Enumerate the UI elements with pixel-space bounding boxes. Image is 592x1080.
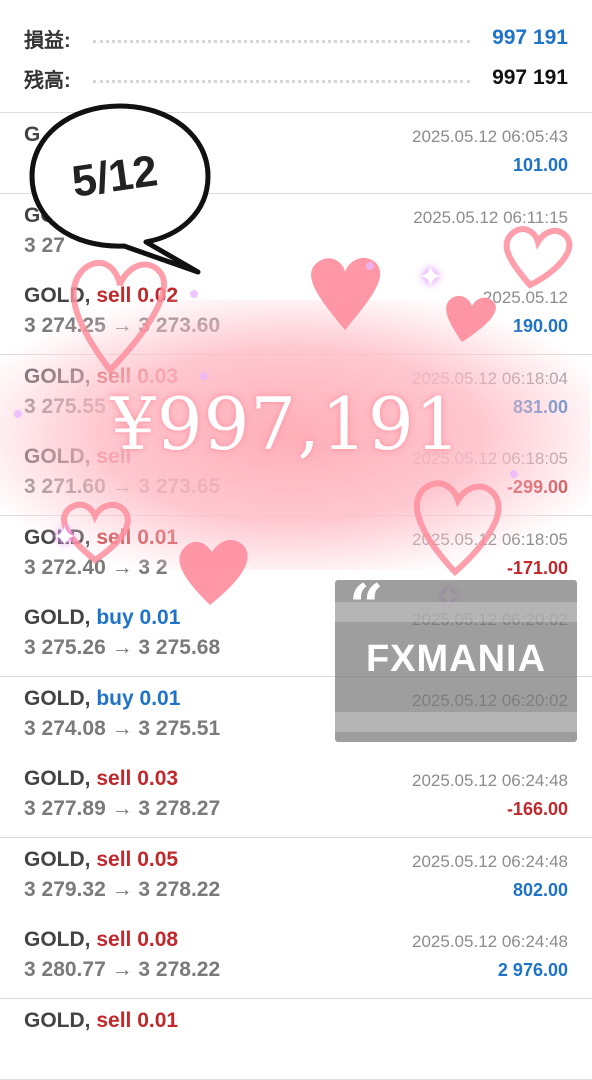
deal-direction: sell [96,526,132,549]
deal-prices: 3 272.40 → 3 2 [24,556,168,579]
deal-row[interactable]: GOLD, sell 0.03 3 277.89 → 3 278.27 2025.0… [0,757,592,838]
account-summary: 損益: 997 191 残高: 997 191 [0,0,592,112]
deal-symbol: GOLD, [24,445,91,468]
deal-prices: 3 280.77 → 3 278.22 [24,958,221,981]
deal-prices: 3 275.26 → 3 275.68 [24,636,221,659]
deal-profit: 101.00 [512,155,568,175]
deal-volume: 0.01 [139,687,181,710]
profit-label: 損益: [24,29,71,52]
profit-value: 997 191 [492,26,568,49]
dotted-leader [92,39,471,43]
deal-title: GOLD, sell 0.01 [24,1009,178,1033]
deal-time: 2025.05.12 [482,288,568,307]
deal-symbol: GOLD, [24,365,91,388]
deal-row[interactable]: GOLD, sell 0.02 3 274.25 → 3 273.60 2025.0… [0,274,592,355]
deal-direction: sell [96,445,132,468]
deal-profit: 831.00 [512,397,568,417]
deal-title: GOLD, sell [24,445,131,469]
deal-row[interactable]: GOLD, sell 0.05 3 279.32 → 3 278.22 2025.0… [0,838,592,919]
deal-title: GOLD, sell 0.08 [24,928,178,952]
deal-time: 2025.05.12 06:18:05 [412,530,568,549]
deal-symbol: GOLD, [24,606,91,629]
deal-volume: 0.01 [137,526,179,549]
deal-direction: buy [96,606,134,629]
deal-prices: 3 271.60 → 3 273.65 [24,475,221,498]
deal-symbol: GOLD, [24,526,91,549]
deal-symbol: GOLD [24,204,85,227]
deal-direction: sell [96,767,132,790]
deal-volume: 0.01 [137,1009,179,1032]
deal-prices: 3 27 [24,234,65,257]
deal-row[interactable]: GOLD, buy 0.01 3 275.26 → 3 275.68 2025.05… [0,596,592,677]
deal-title: GOLD, buy 0.01 [24,687,180,711]
deal-direction: sell [96,928,132,951]
deal-row[interactable]: GOLD, buy 0.01 3 274.08 → 3 275.51 2025.05… [0,677,592,758]
deal-row[interactable]: GOLD, sell 0.03 3 275.55 2025.05.12 06:18:… [0,355,592,436]
deal-direction: sell [96,1009,132,1032]
dotted-leader [92,79,471,83]
deal-volume: 0.03 [137,767,179,790]
deal-profit: 2 976.00 [497,960,568,980]
deal-profit: 190.00 [512,316,568,336]
deal-symbol: G [24,123,41,146]
deal-time: 2025.05.12 06:05:43 [412,127,568,146]
deal-title: GOLD [24,204,85,228]
deal-symbol: GOLD, [24,284,91,307]
deal-row[interactable]: GOLD, sell 3 271.60 → 3 273.65 2025.05.12 … [0,435,592,516]
deal-profit: -299.00 [506,477,568,497]
deal-prices: 3 275.55 [24,395,106,418]
deal-row[interactable]: G 2025.05.12 06:05:43 101.00 [0,113,592,194]
deal-volume: 0.02 [137,284,179,307]
deal-time: 2025.05.12 06:24:48 [412,852,568,871]
deal-prices: 3 274.25 → 3 273.60 [24,314,221,337]
deal-time: 2025.05.12 06:20:02 [412,691,568,710]
deal-volume: 0.05 [137,848,179,871]
deal-title: G [24,123,40,147]
deal-title: GOLD, sell 0.01 [24,526,178,550]
deal-time: 2025.05.12 06:11:15 [413,208,568,227]
deal-volume: 0.01 [139,606,181,629]
deal-time: 2025.05.12 06:18:04 [412,369,568,388]
deal-direction: sell [96,848,132,871]
deal-profit: -171.00 [506,558,568,578]
deal-time: 2025.05.12 06:24:48 [412,932,568,951]
deal-direction: buy [96,687,134,710]
deal-prices: 3 277.89 → 3 278.27 [24,797,221,820]
deal-row[interactable]: GOLD, sell 0.08 3 280.77 → 3 278.22 2025.0… [0,918,592,999]
deal-direction: sell [96,284,132,307]
deal-row[interactable]: GOLD, sell 0.01 3 272.40 → 3 2 2025.05.12 … [0,516,592,597]
deal-prices: 3 279.32 → 3 278.22 [24,878,221,901]
deal-title: GOLD, sell 0.03 [24,365,178,389]
deal-symbol: GOLD, [24,928,91,951]
deal-title: GOLD, sell 0.03 [24,767,178,791]
deal-time: 2025.05.12 06:18:05 [412,449,568,468]
deal-title: GOLD, sell 0.05 [24,848,178,872]
deal-symbol: GOLD, [24,848,91,871]
deal-symbol: GOLD, [24,1009,91,1032]
profit-row: 損益: 997 191 [24,20,568,56]
balance-label: 残高: [24,69,71,92]
balance-row: 残高: 997 191 [24,60,568,96]
deal-time: 2025.05.12 06:20:02 [412,610,568,629]
deal-direction: sell [96,365,132,388]
deal-row[interactable]: GOLD, sell 0.01 [0,999,592,1080]
deal-title: GOLD, buy 0.01 [24,606,180,630]
deal-time: 2025.05.12 06:24:48 [412,771,568,790]
deal-title: GOLD, sell 0.02 [24,284,178,308]
deal-symbol: GOLD, [24,687,91,710]
deal-profit: -166.00 [506,799,568,819]
deal-row[interactable]: GOLD 3 27 2025.05.12 06:11:15 [0,194,592,275]
deal-symbol: GOLD, [24,767,91,790]
deal-volume: 0.08 [137,928,179,951]
deal-prices: 3 274.08 → 3 275.51 [24,717,221,740]
balance-value: 997 191 [492,66,568,89]
deal-volume: 0.03 [137,365,179,388]
deal-profit: 802.00 [512,880,568,900]
